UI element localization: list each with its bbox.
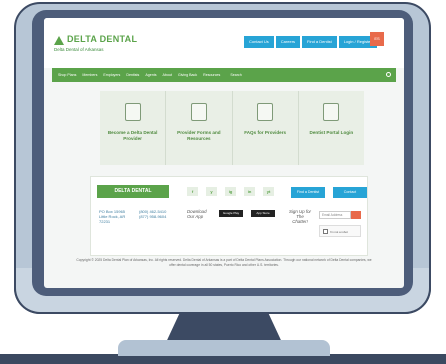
facebook-icon[interactable]: f <box>187 187 198 196</box>
tile-label: Dentist Portal Login <box>309 130 354 135</box>
monitor-stand-base <box>118 340 330 356</box>
search-icon[interactable] <box>386 72 391 77</box>
footer-find-dentist-button[interactable]: Find a Dentist <box>291 187 325 198</box>
nav-item-resources[interactable]: Resources <box>203 73 220 77</box>
provider-tiles: Become a Delta Dental Provider Provider … <box>100 91 364 165</box>
captcha-widget[interactable]: I'm not a robot <box>319 225 361 237</box>
monitor-illustration: DELTA DENTAL Delta Dental of Arkansas Co… <box>0 0 446 364</box>
nav-item-dentists[interactable]: Dentists <box>126 73 139 77</box>
site-subtitle: Delta Dental of Arkansas <box>54 47 104 52</box>
document-icon <box>257 103 274 121</box>
social-links: f y ig in yt <box>187 187 274 196</box>
main-nav: Shop Plans Members Employers Dentists Ag… <box>52 68 396 82</box>
signup-label: Sign Up for The Chatter! <box>289 209 311 224</box>
contact-us-button[interactable]: Contact Us <box>244 36 274 48</box>
nav-search-input[interactable]: Search <box>230 73 241 77</box>
nav-item-shop-plans[interactable]: Shop Plans <box>58 73 76 77</box>
top-nav: Contact Us Careers Find a Dentist Login … <box>244 36 377 48</box>
tile-label: FAQs for Providers <box>244 130 287 135</box>
captcha-checkbox[interactable] <box>323 229 328 234</box>
tile-dentist-portal[interactable]: Dentist Portal Login <box>299 91 364 165</box>
linkedin-icon[interactable]: in <box>244 187 255 196</box>
tile-become-provider[interactable]: Become a Delta Dental Provider <box>100 91 167 165</box>
tile-provider-forms[interactable]: Provider Forms and Resources <box>166 91 233 165</box>
nav-item-about[interactable]: About <box>163 73 172 77</box>
site-header: DELTA DENTAL Delta Dental of Arkansas Co… <box>44 18 404 68</box>
captcha-label: I'm not a robot <box>330 230 348 234</box>
tile-faqs[interactable]: FAQs for Providers <box>233 91 299 165</box>
youtube-icon[interactable]: yt <box>263 187 274 196</box>
website-screen: DELTA DENTAL Delta Dental of Arkansas Co… <box>44 18 404 288</box>
footer-logo[interactable]: DELTA DENTAL <box>97 185 169 198</box>
download-app-label: Download Our App <box>187 209 207 219</box>
footer-contact-button[interactable]: Contact <box>333 187 367 198</box>
twitter-icon[interactable]: y <box>206 187 217 196</box>
instagram-icon[interactable]: ig <box>225 187 236 196</box>
tile-label: Provider Forms and Resources <box>177 130 221 141</box>
site-footer: DELTA DENTAL PO Box 15965 Little Rock, A… <box>90 176 368 256</box>
footer-address: PO Box 15965 Little Rock, AR 72231 <box>99 209 126 224</box>
site-logo[interactable]: DELTA DENTAL <box>67 34 137 44</box>
email-submit-button[interactable] <box>351 211 361 219</box>
footer-phone[interactable]: (800) 462-5410 (877) 958-9604 <box>139 209 166 219</box>
find-dentist-button[interactable]: Find a Dentist <box>302 36 337 48</box>
google-play-badge[interactable]: Google Play <box>219 210 243 217</box>
provider-icon <box>124 103 141 121</box>
nav-item-members[interactable]: Members <box>82 73 97 77</box>
user-login-icon <box>323 103 340 121</box>
tile-label: Become a Delta Dental Provider <box>107 130 158 141</box>
delta-logo-icon <box>54 36 64 45</box>
forms-icon <box>190 103 207 121</box>
nav-item-agents[interactable]: Agents <box>145 73 156 77</box>
nav-item-giving-back[interactable]: Giving Back <box>178 73 197 77</box>
email-input[interactable]: Email Address <box>319 211 351 219</box>
careers-button[interactable]: Careers <box>275 36 301 48</box>
language-toggle[interactable]: ES <box>370 32 384 46</box>
nav-item-employers[interactable]: Employers <box>103 73 120 77</box>
app-store-badge[interactable]: App Store <box>251 210 275 217</box>
copyright-text: Copyright © 2025 Delta Dental Plan of Ar… <box>76 258 372 267</box>
